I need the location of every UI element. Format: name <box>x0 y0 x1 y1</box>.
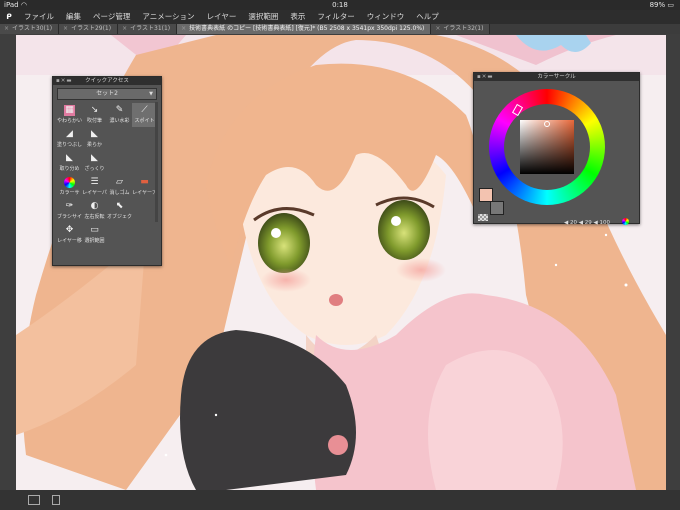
chevron-down-icon: ▼ <box>149 91 153 97</box>
brush-size-icon: ✑ <box>65 201 74 211</box>
tool-move-layer[interactable]: ✥ レイヤー移 <box>57 223 82 247</box>
tool-blend[interactable]: ◣ 取り分め <box>57 151 82 175</box>
menu-edit[interactable]: 編集 <box>60 10 87 24</box>
move-layer-icon: ✥ <box>65 225 74 235</box>
color-picker-handle[interactable] <box>544 121 550 127</box>
empty-slot[interactable] <box>132 127 157 151</box>
layer-property-icon: ☰ <box>90 177 99 187</box>
menu-help[interactable]: ヘルプ <box>410 10 445 24</box>
close-icon[interactable]: × <box>122 25 127 32</box>
set-selector[interactable]: セット2 ▼ <box>57 88 157 100</box>
panel-scrollbar[interactable] <box>155 102 158 222</box>
tab-illust31[interactable]: × イラスト31(1) <box>118 24 178 34</box>
status-bar: iPad ◠ 0:18 89% ▭ <box>0 0 680 10</box>
layer-icon: ▬ <box>140 177 149 187</box>
empty-slot[interactable] <box>132 151 157 175</box>
color-wheel-icon <box>64 177 75 188</box>
tool-brush-size[interactable]: ✑ ブラシサイ <box>57 199 82 223</box>
menu-bar: ᑭ ファイル 編集 ページ管理 アニメーション レイヤー 選択範囲 表示 フィル… <box>0 10 680 24</box>
tool-watercolor[interactable]: ✎ 濃い水彩 <box>107 103 132 127</box>
close-icon[interactable]: × <box>181 25 186 32</box>
screen-icon[interactable] <box>28 495 40 505</box>
tool-layer[interactable]: ▬ レイヤーア <box>132 175 157 199</box>
close-icon[interactable]: × <box>435 25 440 32</box>
saturation-value-square[interactable] <box>520 120 574 174</box>
document-tabs: × イラスト30(1) × イラスト29(1) × イラスト31(1) × 技術書典表紙… <box>0 24 680 34</box>
transparent-color-swatch[interactable] <box>478 214 488 221</box>
clock: 0:18 <box>332 1 348 9</box>
selection-icon: ▭ <box>90 225 99 235</box>
tool-flip[interactable]: ◐ 左右反転 <box>82 199 107 223</box>
tool-airbrush[interactable]: ↘ 吹付筆 <box>82 103 107 127</box>
tool-eyedropper[interactable]: ⟋ スポイト <box>132 103 157 127</box>
blend-icon: ◣ <box>66 153 73 163</box>
tab-illust32[interactable]: × イラスト32(1) <box>431 24 491 34</box>
battery: 89% ▭ <box>649 1 674 9</box>
tool-eraser[interactable]: ▱ 消しゴム <box>107 175 132 199</box>
bottom-toolbar <box>0 490 680 510</box>
empty-slot[interactable] <box>132 199 157 223</box>
empty-slot[interactable] <box>107 151 132 175</box>
quick-access-titlebar[interactable]: ▪✕▬ クイックアクセス <box>53 77 161 85</box>
flip-icon: ◐ <box>90 201 99 211</box>
color-circle-body: ◀ 20 ◀ 29 ◀ 100 <box>474 81 639 226</box>
tool-soft-brush[interactable]: ▦ やわらかい <box>57 103 82 127</box>
sub-color-swatch[interactable] <box>490 201 504 215</box>
menu-selection[interactable]: 選択範囲 <box>242 10 284 24</box>
quick-access-title: クイックアクセス <box>85 78 129 84</box>
battery-icon: ▭ <box>667 1 674 9</box>
menu-layer[interactable]: レイヤー <box>201 10 243 24</box>
clip-studio-logo-icon[interactable]: ᑭ <box>0 10 18 24</box>
eyedropper-icon: ⟋ <box>141 105 148 115</box>
brush-soft-icon: ▦ <box>64 105 75 116</box>
main-color-swatch[interactable] <box>479 188 493 202</box>
tool-fill[interactable]: ◢ 塗りつぶし <box>57 127 82 151</box>
tool-selection[interactable]: ▭ 選択範囲 <box>82 223 107 247</box>
tool-grid: ▦ やわらかい ↘ 吹付筆 ✎ 濃い水彩 ⟋ スポイト ◢ 塗りつぶし ◣ 柔らか ◣ 取り分… <box>57 103 161 247</box>
tool-object[interactable]: ⬉ オブジェク <box>107 199 132 223</box>
color-circle-title: カラーサークル <box>537 74 576 80</box>
close-icon[interactable]: × <box>63 25 68 32</box>
tab-illust30[interactable]: × イラスト30(1) <box>0 24 60 34</box>
object-icon: ⬉ <box>115 201 124 211</box>
menu-file[interactable]: ファイル <box>18 10 60 24</box>
close-icon[interactable]: × <box>4 25 9 32</box>
tool-soft[interactable]: ◣ 柔らか <box>82 127 107 151</box>
watercolor-icon: ✎ <box>115 105 124 115</box>
hsv-readout: ◀ 20 ◀ 29 ◀ 100 <box>564 220 610 226</box>
tab-illust29[interactable]: × イラスト29(1) <box>59 24 119 34</box>
empty-slot[interactable] <box>107 127 132 151</box>
fill-icon: ◢ <box>66 129 73 139</box>
soft-icon: ◣ <box>91 129 98 139</box>
color-circle-panel: ▪✕▬ カラーサークル ◀ 20 ◀ 29 ◀ 100 <box>473 72 640 226</box>
menu-view[interactable]: 表示 <box>284 10 311 24</box>
menu-page[interactable]: ページ管理 <box>87 10 136 24</box>
eraser-icon: ▱ <box>116 177 123 187</box>
rough-icon: ◣ <box>91 153 98 163</box>
color-mode-icon[interactable] <box>622 218 629 225</box>
menu-window[interactable]: ウィンドウ <box>361 10 411 24</box>
tool-color-circle[interactable]: カラーサ <box>57 175 82 199</box>
menu-animation[interactable]: アニメーション <box>136 10 200 24</box>
menu-filter[interactable]: フィルター <box>311 10 360 24</box>
airbrush-icon: ↘ <box>90 105 99 115</box>
camera-icon[interactable] <box>52 495 60 505</box>
tool-layer-property[interactable]: ☰ レイヤーパ <box>82 175 107 199</box>
color-circle-titlebar[interactable]: ▪✕▬ カラーサークル <box>474 73 639 81</box>
tool-rough[interactable]: ◣ ざっくり <box>82 151 107 175</box>
quick-access-panel: ▪✕▬ クイックアクセス セット2 ▼ ▦ やわらかい ↘ 吹付筆 ✎ 濃い水彩 ⟋ ス… <box>52 76 162 266</box>
tab-cover-active[interactable]: × 技術書典表紙 のコピー [技術書典表紙] [復元]* (B5 2508 x 3… <box>177 24 432 34</box>
